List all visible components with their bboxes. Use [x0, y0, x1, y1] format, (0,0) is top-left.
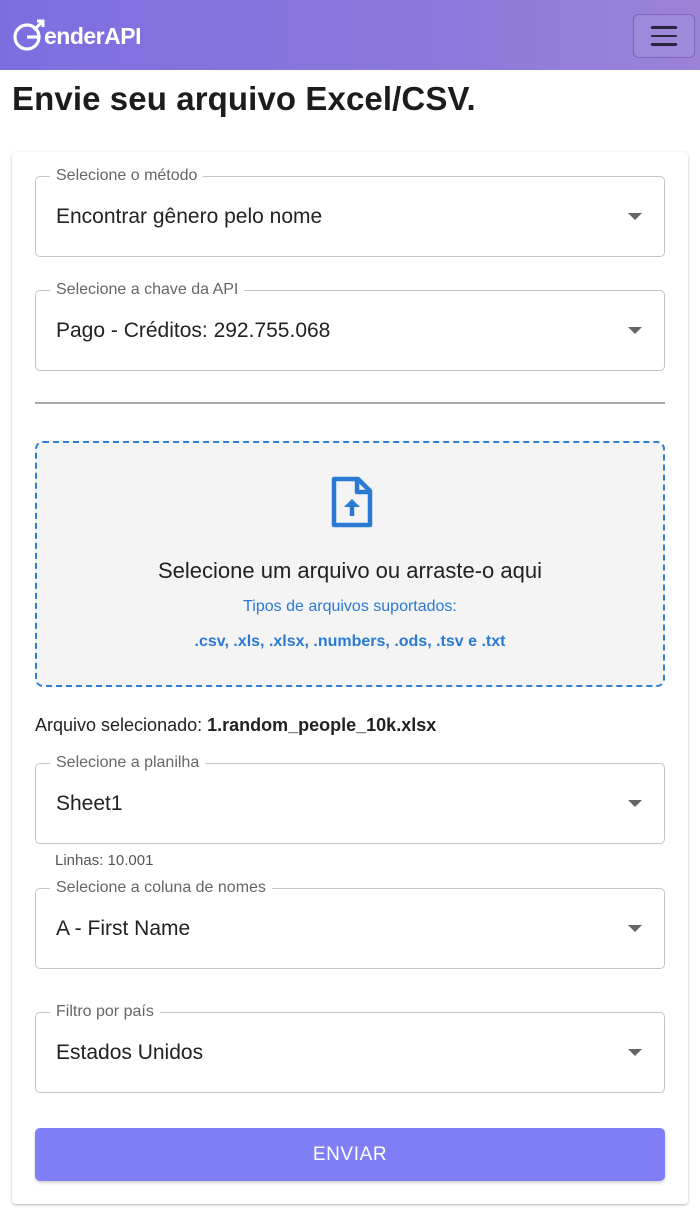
name-column-select-value: A - First Name — [56, 917, 191, 940]
country-filter-select[interactable]: Filtro por país Estados Unidos — [35, 1002, 665, 1093]
api-key-select-value: Pago - Créditos: 292.755.068 — [56, 319, 331, 342]
api-key-select-label: Selecione a chave da API — [50, 280, 245, 300]
dropzone-title: Selecione um arquivo ou arraste-o aqui — [157, 558, 542, 583]
selected-file-label: Arquivo selecionado: — [35, 715, 208, 735]
brand-logo[interactable]: enderAPI — [12, 17, 141, 55]
method-select-label: Selecione o método — [50, 166, 204, 186]
menu-button[interactable] — [633, 14, 695, 58]
dropzone-subtitle: Tipos de arquivos suportados: — [243, 598, 457, 615]
api-key-select[interactable]: Selecione a chave da API Pago - Créditos… — [35, 280, 665, 371]
dropdown-caret-icon — [628, 1049, 642, 1056]
selected-file-info: Arquivo selecionado: 1.random_people_10k… — [35, 715, 436, 736]
dropdown-caret-icon — [628, 327, 642, 334]
upload-form-card: Selecione o método Encontrar gênero pelo… — [12, 152, 688, 1204]
sheet-row-count: Linhas: 10.001 — [55, 852, 154, 869]
sheet-select[interactable]: Selecione a planilha Sheet1 — [35, 753, 665, 844]
hamburger-menu-icon — [651, 26, 677, 29]
submit-button[interactable]: ENVIAR — [35, 1128, 665, 1181]
country-filter-label: Filtro por país — [50, 1002, 160, 1022]
divider — [35, 402, 665, 404]
dropdown-caret-icon — [628, 925, 642, 932]
country-filter-value: Estados Unidos — [56, 1041, 204, 1064]
selected-file-name: 1.random_people_10k.xlsx — [207, 715, 437, 735]
dropzone-file-types: .csv, .xls, .xlsx, .numbers, .ods, .tsv … — [194, 633, 506, 650]
method-select-value: Encontrar gênero pelo nome — [56, 205, 323, 228]
top-navbar: enderAPI — [0, 0, 700, 70]
sheet-select-label: Selecione a planilha — [50, 753, 206, 773]
dropdown-caret-icon — [628, 800, 642, 807]
file-dropzone[interactable]: Selecione um arquivo ou arraste-o aqui T… — [35, 441, 665, 687]
genderapi-logo-icon — [13, 19, 45, 51]
name-column-select[interactable]: Selecione a coluna de nomes A - First Na… — [35, 878, 665, 969]
method-select[interactable]: Selecione o método Encontrar gênero pelo… — [35, 166, 665, 257]
sheet-select-value: Sheet1 — [56, 792, 123, 815]
page-title: Envie seu arquivo Excel/CSV. — [12, 80, 476, 117]
brand-name: enderAPI — [44, 22, 141, 49]
dropdown-caret-icon — [628, 213, 642, 220]
file-upload-icon — [331, 476, 373, 528]
name-column-select-label: Selecione a coluna de nomes — [50, 878, 272, 898]
